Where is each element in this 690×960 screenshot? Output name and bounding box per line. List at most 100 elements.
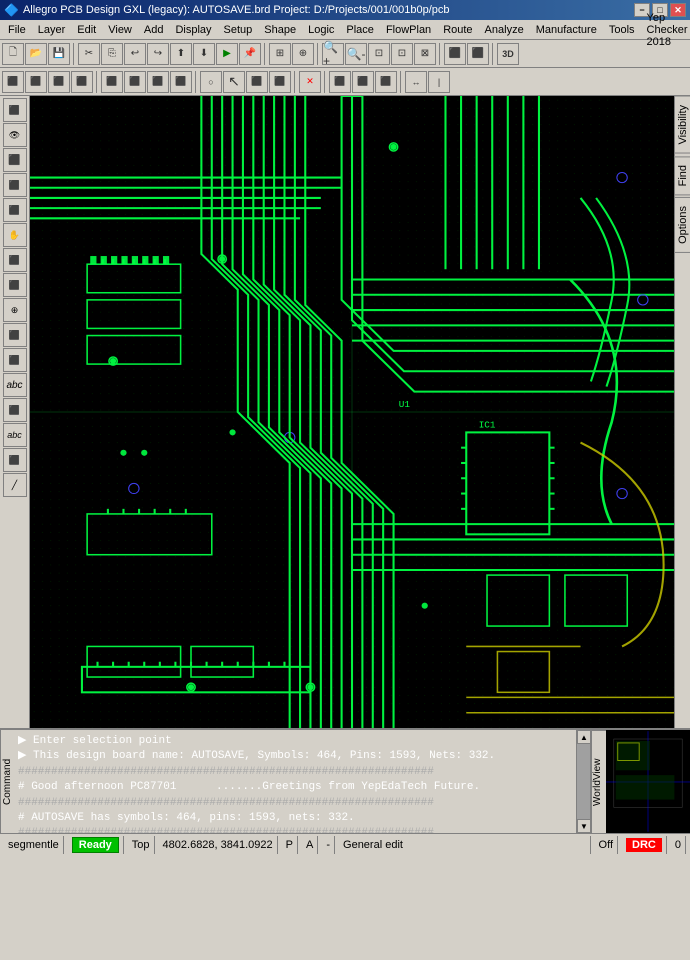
pcb-canvas[interactable]: U1 IC1 1 2 (30, 96, 674, 728)
tb-new[interactable]: 🗋 (2, 43, 24, 65)
tb2-17[interactable]: | (428, 71, 450, 93)
tb-3d[interactable]: 3D (497, 43, 519, 65)
ready-indicator: Ready (72, 837, 119, 853)
status-pflag: P (282, 836, 298, 854)
menu-view[interactable]: View (102, 22, 138, 38)
tb-undo[interactable]: ↩ (124, 43, 146, 65)
tb2-14[interactable]: ⬛ (352, 71, 374, 93)
scroll-up-btn[interactable]: ▲ (577, 730, 591, 744)
status-drc-badge: DRC (622, 836, 667, 854)
menu-setup[interactable]: Setup (218, 22, 259, 38)
menu-layer[interactable]: Layer (32, 22, 72, 38)
lt-visibility[interactable]: 👁 (3, 123, 27, 147)
scroll-down-btn[interactable]: ▼ (577, 819, 591, 833)
tb-layers1[interactable]: ⬛ (444, 43, 466, 65)
lt-text[interactable]: abc (3, 373, 27, 397)
lt-select[interactable]: ⬛ (3, 148, 27, 172)
tb-grid[interactable]: ⊞ (269, 43, 291, 65)
console-scrollbar[interactable]: ▲ ▼ (576, 730, 590, 833)
tab-options[interactable]: Options (674, 197, 690, 253)
off-label: Off (599, 839, 613, 851)
sep10 (400, 71, 402, 93)
tb-layers2[interactable]: ⬛ (467, 43, 489, 65)
lt-line2[interactable]: ╱ (3, 473, 27, 497)
lt-diff[interactable]: ⬛ (3, 323, 27, 347)
sep6 (96, 71, 98, 93)
sep8 (294, 71, 296, 93)
lt-line[interactable]: abc (3, 423, 27, 447)
menu-place[interactable]: Place (340, 22, 380, 38)
lt-add[interactable]: ⬛ (3, 273, 27, 297)
lt-pan[interactable]: ✋ (3, 223, 27, 247)
tb-copy[interactable]: ⎘ (101, 43, 123, 65)
lt-extra[interactable]: ⬛ (3, 448, 27, 472)
lt-arrow[interactable]: ⬛ (3, 398, 27, 422)
tb2-11[interactable]: ⬛ (269, 71, 291, 93)
menu-file[interactable]: File (2, 22, 32, 38)
lt-shape[interactable]: ⬛ (3, 348, 27, 372)
left-toolbar: ⬛ 👁 ⬛ ⬛ ⬛ ✋ ⬛ ⬛ ⊕ ⬛ ⬛ abc ⬛ abc ⬛ ╱ (0, 96, 30, 728)
menu-bar: File Layer Edit View Add Display Setup S… (0, 20, 690, 40)
tb-open[interactable]: 📂 (25, 43, 47, 65)
tb2-9[interactable]: ○ (200, 71, 222, 93)
menu-edit[interactable]: Edit (71, 22, 102, 38)
worldview-panel: WorldView (590, 730, 690, 833)
console-line-3: ########################################… (18, 765, 572, 780)
tb-zoom-in[interactable]: 🔍+ (322, 43, 344, 65)
menu-route[interactable]: Route (437, 22, 478, 38)
menu-manufacture[interactable]: Manufacture (530, 22, 603, 38)
lt-zoom[interactable]: ⬛ (3, 173, 27, 197)
tab-visibility[interactable]: Visibility (674, 96, 690, 154)
menu-flowplan[interactable]: FlowPlan (380, 22, 437, 38)
tb2-7[interactable]: ⬛ (147, 71, 169, 93)
tb2-15[interactable]: ⬛ (375, 71, 397, 93)
tab-find[interactable]: Find (674, 156, 690, 195)
tb-cut[interactable]: ✂ (78, 43, 100, 65)
worldview-canvas[interactable] (606, 730, 690, 833)
p-flag: P (286, 839, 293, 851)
tb2-sel[interactable]: ↖ (223, 71, 245, 93)
menu-display[interactable]: Display (169, 22, 217, 38)
lt-measure[interactable]: ⬛ (3, 198, 27, 222)
tb-snap[interactable]: ⊕ (292, 43, 314, 65)
menu-yep-checker[interactable]: Yep Checker 2018 (641, 10, 690, 50)
lt-via[interactable]: ⊕ (3, 298, 27, 322)
tb-pin[interactable]: 📌 (239, 43, 261, 65)
menu-tools[interactable]: Tools (603, 22, 641, 38)
tb2-8[interactable]: ⬛ (170, 71, 192, 93)
tb-run[interactable]: ▶ (216, 43, 238, 65)
menu-analyze[interactable]: Analyze (479, 22, 530, 38)
tb2-2[interactable]: ⬛ (25, 71, 47, 93)
tb2-1[interactable]: ⬛ (2, 71, 24, 93)
status-coords: 4802.6828, 3841.0922 (159, 836, 278, 854)
menu-logic[interactable]: Logic (302, 22, 340, 38)
scroll-track[interactable] (577, 744, 590, 819)
menu-add[interactable]: Add (138, 22, 170, 38)
tb2-10[interactable]: ⬛ (246, 71, 268, 93)
sep3 (317, 43, 319, 65)
lt-route[interactable]: ⬛ (3, 248, 27, 272)
tb-down[interactable]: ⬇ (193, 43, 215, 65)
tb-zoom-out[interactable]: 🔍- (345, 43, 367, 65)
tb-save[interactable]: 💾 (48, 43, 70, 65)
tb2-4[interactable]: ⬛ (71, 71, 93, 93)
tb2-3[interactable]: ⬛ (48, 71, 70, 93)
sep5 (492, 43, 494, 65)
tb2-12[interactable]: ✕ (299, 71, 321, 93)
tb-redo[interactable]: ↪ (147, 43, 169, 65)
console-line-7: ########################################… (18, 826, 572, 833)
tb2-5[interactable]: ⬛ (101, 71, 123, 93)
tb2-13[interactable]: ⬛ (329, 71, 351, 93)
tb2-6[interactable]: ⬛ (124, 71, 146, 93)
tb-up[interactable]: ⬆ (170, 43, 192, 65)
tb-zoom-fit[interactable]: ⊡ (368, 43, 390, 65)
menu-shape[interactable]: Shape (258, 22, 302, 38)
tb2-16[interactable]: ↔ (405, 71, 427, 93)
coord-display: 4802.6828, 3841.0922 (163, 839, 273, 851)
console-line-4: # Good afternoon PC87701 .......Greeting… (18, 780, 572, 795)
sep7 (195, 71, 197, 93)
lt-layers[interactable]: ⬛ (3, 98, 27, 122)
tb-zoom-prev[interactable]: ⊠ (414, 43, 436, 65)
separator: - (326, 839, 330, 851)
tb-zoom-sel[interactable]: ⊡ (391, 43, 413, 65)
